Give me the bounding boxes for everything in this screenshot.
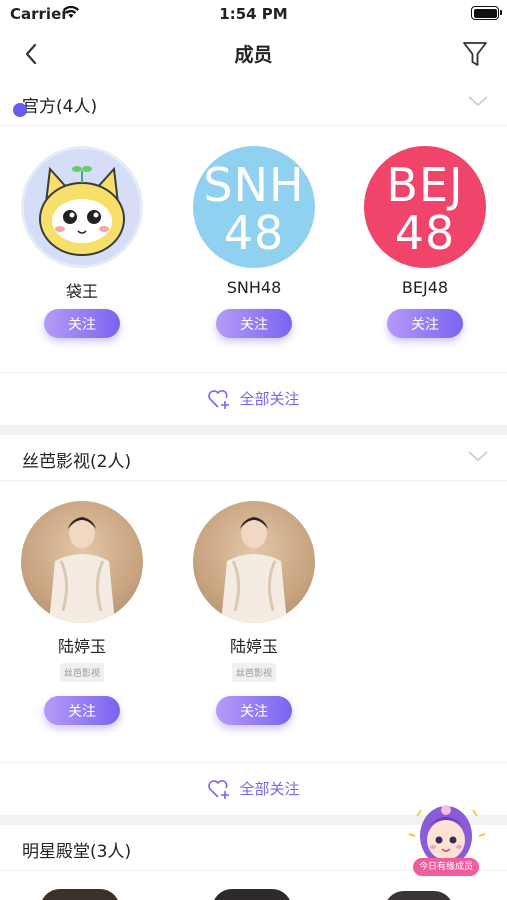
- page-title: 成员: [234, 44, 273, 66]
- section-header[interactable]: 丝芭影视(2人): [0, 435, 507, 481]
- follow-button[interactable]: 关注: [387, 309, 463, 338]
- member-name: 袋王: [65, 282, 98, 301]
- follow-button[interactable]: 关注: [216, 309, 292, 338]
- heart-plus-icon: [208, 389, 230, 409]
- touch-indicator: [13, 103, 27, 117]
- section-title: 丝芭影视(2人): [22, 452, 132, 472]
- avatar-peek: [212, 889, 292, 900]
- member-card[interactable]: SNH 48 SNH48 关注: [189, 146, 319, 338]
- member-avatar[interactable]: BEJ 48: [364, 146, 486, 268]
- member-name: SNH48: [226, 278, 282, 297]
- cat-mascot-icon: [39, 166, 125, 256]
- section-title: 官方(4人): [22, 97, 98, 117]
- member-name: BEJ48: [401, 278, 449, 297]
- section-header[interactable]: 官方(4人): [0, 80, 507, 126]
- member-avatar[interactable]: SNH 48: [193, 146, 315, 268]
- heart-plus-icon: [208, 779, 230, 799]
- follow-all-label: 全部关注: [239, 390, 300, 408]
- member-card[interactable]: 陆婷玉 丝芭影视 关注: [189, 501, 319, 725]
- member-name: 陆婷玉: [229, 637, 278, 656]
- mascot-badge-text: 今日有缘成员: [418, 862, 473, 872]
- follow-all-button[interactable]: 全部关注: [0, 372, 507, 424]
- chevron-down-icon[interactable]: [467, 449, 489, 463]
- chevron-down-icon[interactable]: [467, 94, 489, 108]
- follow-button[interactable]: 关注: [44, 696, 120, 725]
- battery-icon: [471, 6, 502, 20]
- member-card[interactable]: 陆婷玉 丝芭影视 关注: [17, 501, 147, 725]
- member-avatar[interactable]: [21, 146, 143, 268]
- follow-button[interactable]: 关注: [44, 309, 120, 338]
- mascot-girl-icon: [408, 805, 486, 876]
- clock: 1:54 PM: [219, 5, 288, 23]
- avatar-peek: [384, 891, 454, 900]
- portrait-photo-icon: [49, 517, 115, 623]
- member-name: 陆婷玉: [57, 637, 106, 656]
- follow-button[interactable]: 关注: [216, 696, 292, 725]
- nav-bar: 成员: [0, 28, 507, 80]
- member-card[interactable]: 袋王 关注: [17, 146, 147, 338]
- agency-tag: 丝芭影视: [59, 663, 104, 682]
- logo-text-bottom: 48: [394, 206, 456, 260]
- logo-text-top: BEJ: [386, 158, 464, 212]
- portrait-photo-icon: [221, 517, 287, 623]
- agency-tag: 丝芭影视: [231, 663, 276, 682]
- section-title: 明星殿堂(3人): [22, 842, 132, 862]
- section-siba: 丝芭影视(2人) 陆婷玉 丝芭影视 关注 陆婷玉 丝芭影视 关注 全部关注: [0, 435, 507, 815]
- status-bar: Carrier 1:54 PM: [0, 0, 507, 28]
- member-card[interactable]: BEJ 48 BEJ48 关注: [360, 146, 490, 338]
- section-official: 官方(4人) 袋王 关注 SNH 48 SNH48 关注 BEJ 48 BEJ4…: [0, 80, 507, 425]
- follow-all-label: 全部关注: [239, 780, 300, 798]
- member-avatar[interactable]: [21, 501, 143, 623]
- member-avatar[interactable]: [193, 501, 315, 623]
- logo-text-bottom: 48: [223, 206, 285, 260]
- filter-icon[interactable]: [461, 39, 489, 69]
- daily-member-mascot[interactable]: 今日有缘成员: [407, 796, 486, 888]
- logo-text-top: SNH: [203, 158, 305, 212]
- avatar-peek: [40, 889, 120, 900]
